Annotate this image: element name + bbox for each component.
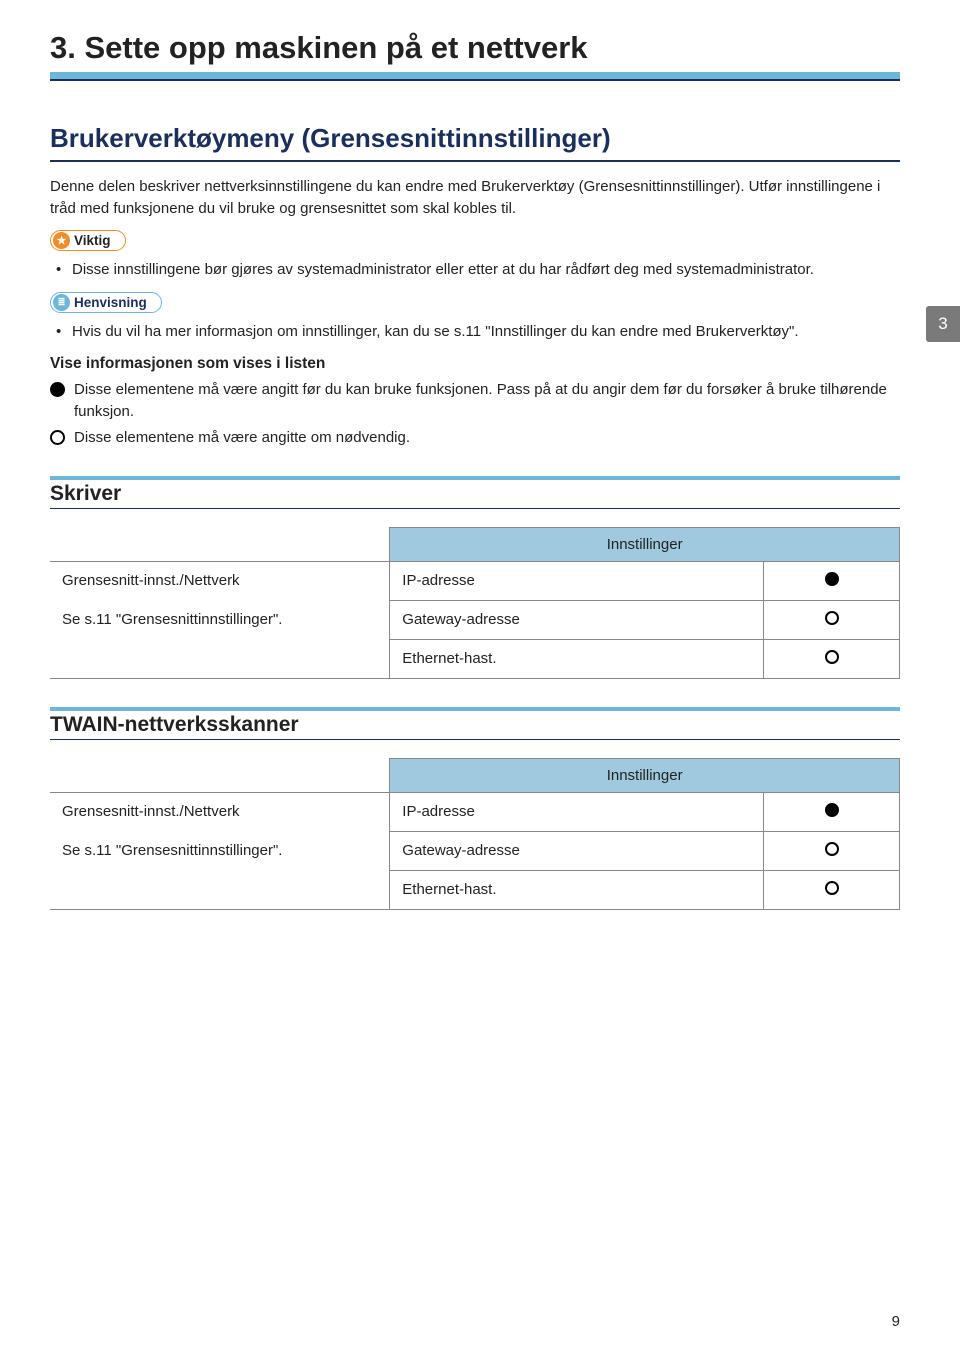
blank-header (50, 528, 390, 562)
setting-mark (764, 601, 900, 640)
list-info-heading: Vise informasjonen som vises i listen (50, 355, 900, 373)
table-row: Ethernet-hast. (50, 640, 900, 679)
left-cell-2: Se s.11 "Grensesnittinnstillinger". (50, 832, 390, 871)
open-circle-icon (50, 430, 65, 445)
left-cell-2: Se s.11 "Grensesnittinnstillinger". (50, 601, 390, 640)
callout-reference: ≣ Henvisning (50, 292, 162, 313)
twain-section: TWAIN-nettverksskanner Innstillinger Gre… (50, 707, 900, 910)
open-circle-icon (825, 842, 839, 856)
left-cell-1: Grensesnitt-innst./Nettverk (50, 562, 390, 601)
note-icon: ≣ (53, 294, 70, 311)
callout-important-label: Viktig (74, 233, 111, 248)
printer-rule (50, 508, 900, 509)
twain-rule (50, 739, 900, 740)
setting-label: IP-adresse (390, 562, 764, 601)
chapter-rule (50, 72, 900, 81)
setting-label: Gateway-adresse (390, 832, 764, 871)
callout-reference-label: Henvisning (74, 295, 147, 310)
filled-circle-icon (50, 382, 65, 397)
legend-open: Disse elementene må være angitte om nødv… (50, 427, 900, 449)
open-circle-icon (825, 881, 839, 895)
filled-circle-icon (825, 572, 839, 586)
setting-mark (764, 871, 900, 910)
legend-filled-text: Disse elementene må være angitt før du k… (74, 381, 887, 420)
setting-mark (764, 640, 900, 679)
settings-header: Innstillinger (390, 759, 900, 793)
setting-mark (764, 562, 900, 601)
twain-table: Innstillinger Grensesnitt-innst./Nettver… (50, 758, 900, 910)
open-circle-icon (825, 650, 839, 664)
open-circle-icon (825, 611, 839, 625)
settings-header: Innstillinger (390, 528, 900, 562)
page-number: 9 (892, 1313, 900, 1330)
table-row: Grensesnitt-innst./Nettverk IP-adresse (50, 562, 900, 601)
left-cell-1: Grensesnitt-innst./Nettverk (50, 793, 390, 832)
blank-header (50, 759, 390, 793)
chapter-title: 3. Sette opp maskinen på et nettverk (50, 30, 900, 66)
table-row: Grensesnitt-innst./Nettverk IP-adresse (50, 793, 900, 832)
setting-label: Gateway-adresse (390, 601, 764, 640)
setting-mark (764, 832, 900, 871)
star-icon: ★ (53, 232, 70, 249)
legend-open-text: Disse elementene må være angitte om nødv… (74, 429, 410, 446)
table-header-row: Innstillinger (50, 528, 900, 562)
setting-mark (764, 793, 900, 832)
legend-filled: Disse elementene må være angitt før du k… (50, 379, 900, 423)
callout-important: ★ Viktig (50, 230, 126, 251)
reference-bullet: Hvis du vil ha mer informasjon om innsti… (72, 319, 900, 345)
table-row: Se s.11 "Grensesnittinnstillinger". Gate… (50, 832, 900, 871)
twain-heading: TWAIN-nettverksskanner (50, 707, 900, 737)
left-cell-empty (50, 871, 390, 910)
section-rule (50, 160, 900, 162)
table-row: Se s.11 "Grensesnittinnstillinger". Gate… (50, 601, 900, 640)
important-bullet: Disse innstillingene bør gjøres av syste… (72, 257, 900, 283)
reference-list: Hvis du vil ha mer informasjon om innsti… (50, 319, 900, 345)
table-header-row: Innstillinger (50, 759, 900, 793)
section-title: Brukerverktøymeny (Grensesnittinnstillin… (50, 123, 900, 154)
chapter-tab: 3 (926, 306, 960, 342)
setting-label: Ethernet-hast. (390, 640, 764, 679)
printer-heading: Skriver (50, 476, 900, 506)
printer-table: Innstillinger Grensesnitt-innst./Nettver… (50, 527, 900, 679)
filled-circle-icon (825, 803, 839, 817)
setting-label: Ethernet-hast. (390, 871, 764, 910)
left-cell-empty (50, 640, 390, 679)
intro-paragraph: Denne delen beskriver nettverksinnstilli… (50, 176, 900, 220)
setting-label: IP-adresse (390, 793, 764, 832)
printer-section: Skriver Innstillinger Grensesnitt-innst.… (50, 476, 900, 679)
important-list: Disse innstillingene bør gjøres av syste… (50, 257, 900, 283)
table-row: Ethernet-hast. (50, 871, 900, 910)
